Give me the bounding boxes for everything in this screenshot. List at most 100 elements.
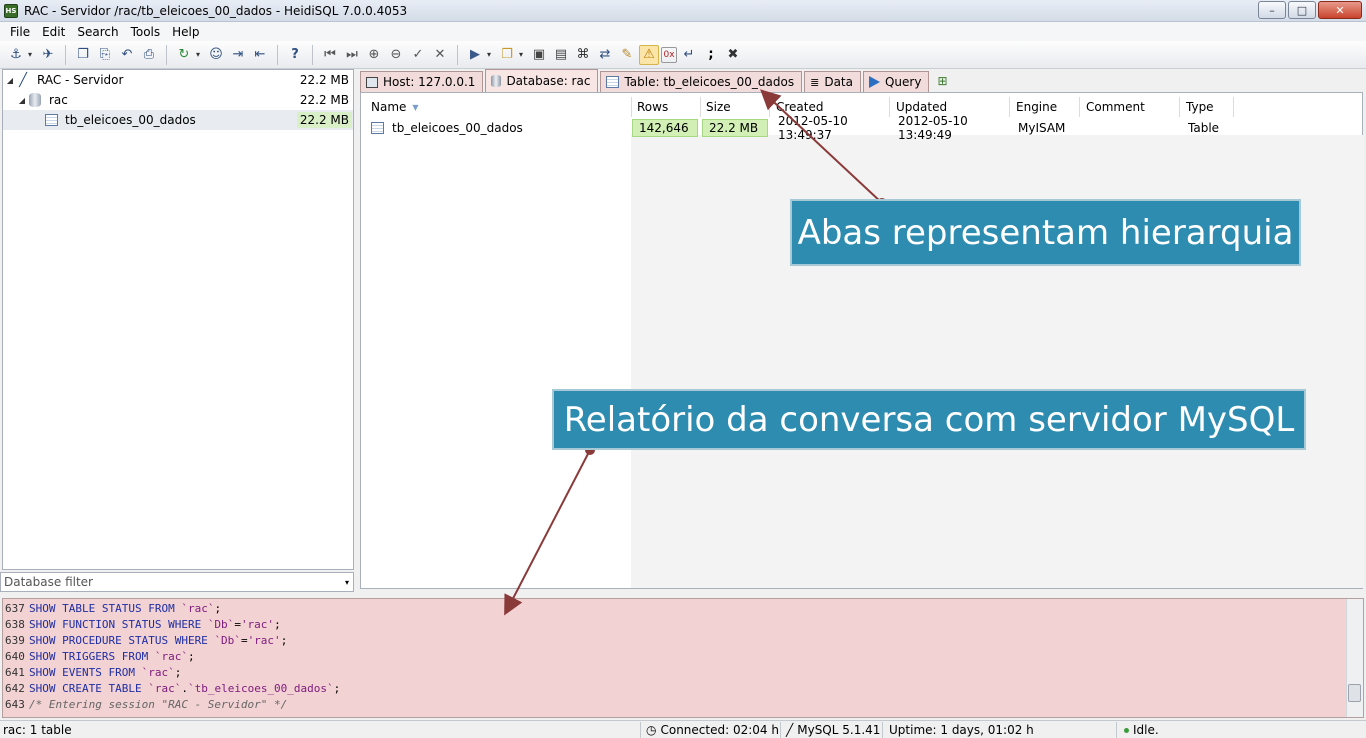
log-token: ; bbox=[214, 601, 222, 615]
tab-database[interactable]: Database: rac bbox=[485, 69, 599, 92]
undo-icon[interactable]: ↶ bbox=[117, 45, 137, 65]
query-play-icon bbox=[868, 76, 880, 88]
add-tab-icon[interactable]: ⊞ bbox=[937, 74, 955, 88]
refresh-icon[interactable]: ↻ bbox=[174, 45, 194, 65]
log-token: `rac` bbox=[154, 649, 188, 663]
table-icon bbox=[606, 76, 620, 88]
stop-icon[interactable]: ✖ bbox=[723, 45, 743, 65]
paste-icon[interactable]: ⎘ bbox=[95, 45, 115, 65]
column-header-size[interactable]: Size bbox=[700, 97, 770, 117]
run-query-icon[interactable]: ▶ bbox=[465, 45, 485, 65]
host-icon: ╱ bbox=[19, 72, 27, 88]
data-grid-icon: ≣ bbox=[810, 75, 820, 89]
database-filter-input[interactable]: Database filter bbox=[4, 575, 93, 589]
toolbar-divider bbox=[457, 44, 458, 65]
column-header-comment[interactable]: Comment bbox=[1080, 97, 1180, 117]
log-token: . bbox=[181, 681, 188, 695]
tree-item-label: tb_eleicoes_00_dados bbox=[65, 113, 196, 127]
toolbar: ⚓ ▾ ✈ ❐ ⎘ ↶ ⎙ ↻ ▾ ☺ ⇥ ⇤ ? ⏮ ⏭ ⊕ ⊖ ✓ ✕ ▶ … bbox=[0, 41, 1366, 69]
tab-host[interactable]: Host: 127.0.0.1 bbox=[360, 71, 484, 92]
connect-icon[interactable]: ⚓ bbox=[6, 45, 26, 65]
tree-item-label: RAC - Servidor bbox=[37, 73, 124, 87]
cancel-edit-icon[interactable]: ✕ bbox=[430, 45, 450, 65]
log-token: ; bbox=[280, 633, 288, 647]
open-file-icon[interactable]: ❐ bbox=[497, 45, 517, 65]
status-divider bbox=[780, 722, 781, 738]
table-icon bbox=[43, 112, 59, 128]
disconnect-icon[interactable]: ✈ bbox=[38, 45, 58, 65]
status-uptime: Uptime: 1 days, 01:02 h bbox=[889, 723, 1034, 737]
menu-bar: File Edit Search Tools Help bbox=[0, 22, 1366, 41]
log-line-number: 638 bbox=[5, 617, 25, 631]
print-icon[interactable]: ⎙ bbox=[139, 45, 159, 65]
log-token: SHOW TRIGGERS FROM bbox=[29, 649, 155, 663]
table-icon bbox=[371, 122, 384, 134]
status-table-count: rac: 1 table bbox=[3, 723, 72, 737]
tab-table[interactable]: Table: tb_eleicoes_00_dados bbox=[600, 71, 803, 92]
log-scrollbar-thumb[interactable] bbox=[1348, 684, 1361, 702]
database-filter[interactable]: Database filter ▾ bbox=[0, 572, 354, 592]
tab-label: Data bbox=[824, 75, 853, 89]
log-line-number: 642 bbox=[5, 681, 25, 695]
tab-query[interactable]: Query bbox=[862, 71, 930, 92]
find-icon[interactable]: ⌘ bbox=[573, 45, 593, 65]
chevron-down-icon[interactable]: ▾ bbox=[28, 50, 36, 59]
log-token: `Db` bbox=[214, 633, 241, 647]
menu-tools[interactable]: Tools bbox=[125, 25, 167, 39]
column-header-rows[interactable]: Rows bbox=[631, 97, 701, 117]
column-header-engine[interactable]: Engine bbox=[1010, 97, 1080, 117]
close-button[interactable]: ✕ bbox=[1318, 1, 1362, 19]
save-icon[interactable]: ▣ bbox=[529, 45, 549, 65]
chevron-down-icon[interactable]: ▾ bbox=[487, 50, 495, 59]
save-as-icon[interactable]: ▤ bbox=[551, 45, 571, 65]
log-token: 'rac' bbox=[247, 633, 281, 647]
post-record-icon[interactable]: ✓ bbox=[408, 45, 428, 65]
annotation-server-log: Relatório da conversa com servidor MySQL bbox=[552, 389, 1306, 450]
tab-data[interactable]: ≣ Data bbox=[804, 71, 861, 92]
warning-icon[interactable]: ⚠ bbox=[639, 44, 659, 65]
log-token: SHOW PROCEDURE STATUS WHERE bbox=[29, 633, 215, 647]
edit-icon[interactable]: ✎ bbox=[617, 45, 637, 65]
minimize-button[interactable]: – bbox=[1258, 1, 1286, 19]
annotation-tabs-hierarchy: Abas representam hierarquia bbox=[790, 199, 1301, 266]
wrap-icon[interactable]: ↵ bbox=[679, 45, 699, 65]
hex-icon[interactable]: 0x bbox=[661, 46, 677, 63]
user-manager-icon[interactable]: ☺ bbox=[206, 45, 226, 65]
chevron-down-icon[interactable]: ▾ bbox=[196, 50, 204, 59]
first-record-icon[interactable]: ⏮ bbox=[320, 45, 340, 65]
import-icon[interactable]: ⇤ bbox=[250, 45, 270, 65]
help-icon[interactable]: ? bbox=[285, 45, 305, 65]
copy-icon[interactable]: ❐ bbox=[73, 45, 93, 65]
replace-icon[interactable]: ⇄ bbox=[595, 45, 615, 65]
menu-file[interactable]: File bbox=[4, 25, 36, 39]
expand-arrow-icon[interactable]: ◢ bbox=[17, 96, 27, 105]
log-line: 641 SHOW EVENTS FROM `rac`; bbox=[3, 664, 1363, 680]
menu-search[interactable]: Search bbox=[71, 25, 124, 39]
log-line-number: 643 bbox=[5, 697, 25, 711]
expand-arrow-icon[interactable]: ◢ bbox=[5, 76, 15, 85]
last-record-icon[interactable]: ⏭ bbox=[342, 45, 362, 65]
chevron-down-icon[interactable]: ▾ bbox=[519, 50, 527, 59]
status-mysql-version: ╱ MySQL 5.1.41 bbox=[786, 723, 881, 737]
table-list: Name ▼ Rows Size Created Updated Engine C… bbox=[360, 92, 1364, 589]
cell-type: Table bbox=[1188, 121, 1220, 135]
clock-icon: ◷ bbox=[646, 723, 657, 737]
menu-help[interactable]: Help bbox=[166, 25, 205, 39]
chevron-down-icon[interactable]: ▾ bbox=[345, 578, 349, 587]
column-header-type[interactable]: Type bbox=[1180, 97, 1234, 117]
maximize-button[interactable]: □ bbox=[1288, 1, 1316, 19]
cell-comment bbox=[1082, 119, 1180, 137]
log-line: 637 SHOW TABLE STATUS FROM `rac`; bbox=[3, 600, 1363, 616]
delete-record-icon[interactable]: ⊖ bbox=[386, 45, 406, 65]
export-icon[interactable]: ⇥ bbox=[228, 45, 248, 65]
column-header-name[interactable]: Name ▼ bbox=[365, 97, 632, 117]
tree-item-database[interactable]: ◢ rac 22.2 MB bbox=[3, 90, 353, 110]
menu-edit[interactable]: Edit bbox=[36, 25, 71, 39]
semicolon-icon[interactable]: ; bbox=[701, 45, 721, 65]
tree-item-table[interactable]: tb_eleicoes_00_dados 22.2 MB bbox=[3, 110, 353, 130]
cell-name: tb_eleicoes_00_dados bbox=[365, 119, 631, 137]
insert-record-icon[interactable]: ⊕ bbox=[364, 45, 384, 65]
tree-item-host[interactable]: ◢ ╱ RAC - Servidor 22.2 MB bbox=[3, 70, 353, 90]
log-scrollbar[interactable] bbox=[1346, 599, 1363, 717]
sql-log[interactable]: 637 SHOW TABLE STATUS FROM `rac`; 638 SHOW … bbox=[2, 598, 1364, 718]
